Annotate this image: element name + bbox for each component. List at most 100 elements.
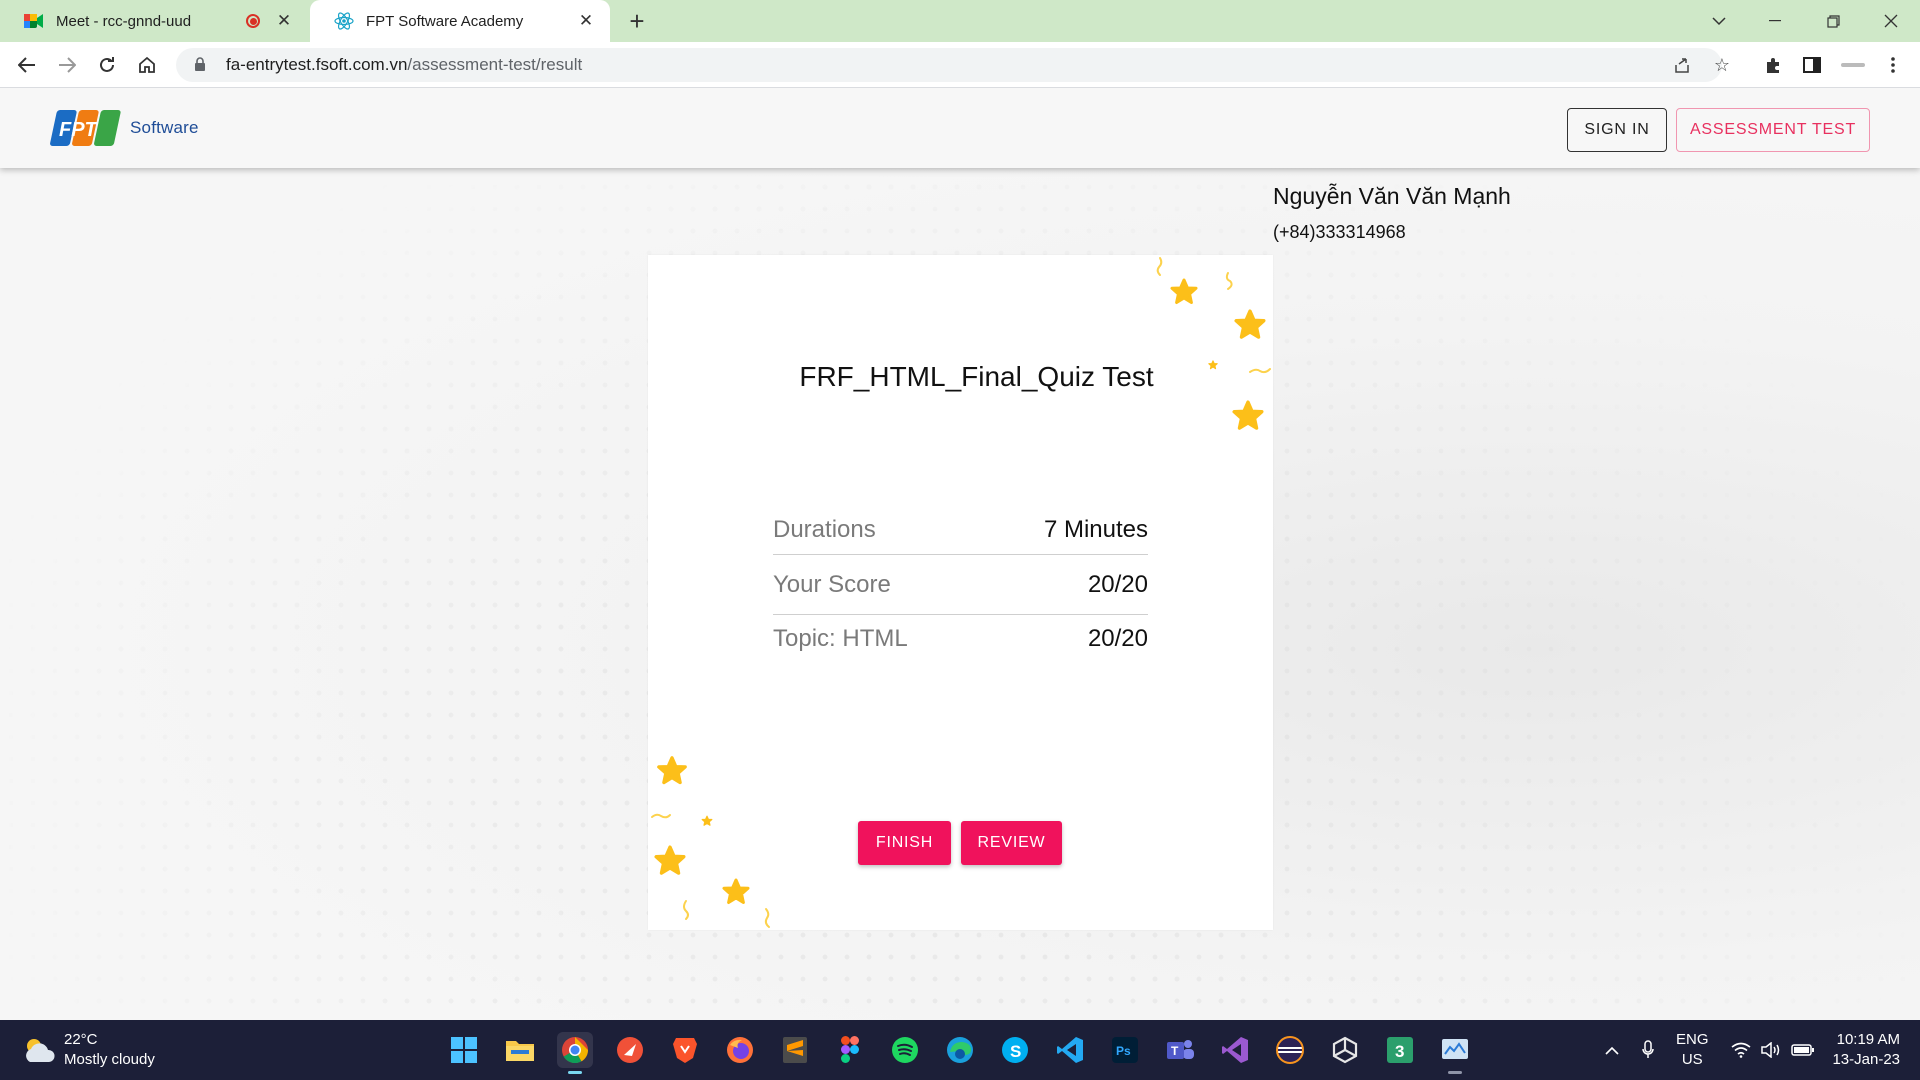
stat-label: Topic: HTML — [773, 625, 908, 652]
stat-value: 20/20 — [1087, 570, 1148, 598]
topic-row: Topic: HTML 20/20 — [773, 615, 1148, 663]
skype-icon[interactable]: S — [997, 1032, 1033, 1068]
share-icon[interactable] — [1672, 55, 1692, 75]
volume-icon[interactable] — [1758, 1020, 1784, 1080]
photoshop-icon[interactable]: Ps — [1107, 1032, 1143, 1068]
spotify-icon[interactable] — [887, 1032, 923, 1068]
close-window-button[interactable] — [1868, 0, 1914, 42]
profile-avatar[interactable] — [1840, 52, 1866, 78]
tab-fpt-academy[interactable]: FPT Software Academy ✕ — [310, 0, 610, 42]
time: 10:19 AM — [1836, 1031, 1900, 1048]
side-panel-icon[interactable] — [1799, 52, 1825, 78]
browser-tab-bar: Meet - rcc-gnnd-uud ✕ FPT Software Acade… — [0, 0, 1920, 42]
user-phone: (+84)333314968 — [1273, 222, 1406, 242]
stat-label: Your Score — [773, 570, 891, 598]
stat-label: Durations — [773, 515, 876, 543]
back-button[interactable] — [12, 50, 42, 80]
brave-icon[interactable] — [667, 1032, 703, 1068]
svg-text:S: S — [1010, 1042, 1021, 1061]
clock[interactable]: 10:19 AM 13-Jan-23 — [1830, 1030, 1900, 1070]
forward-button[interactable] — [52, 50, 82, 80]
duration-row: Durations 7 Minutes — [773, 505, 1148, 555]
cloud-sun-icon — [26, 1039, 55, 1062]
site-header: FPT Software SIGN IN ASSESSMENT TEST — [0, 88, 1920, 168]
url-host: fa-entrytest.fsoft.com.vn — [226, 55, 408, 74]
user-name: Nguyễn Văn Văn Mạnh — [1273, 183, 1511, 209]
eclipse-icon[interactable] — [1272, 1032, 1308, 1068]
confetti-squiggle — [1225, 272, 1233, 290]
chrome-icon[interactable] — [557, 1032, 593, 1074]
battery-icon[interactable] — [1788, 1020, 1818, 1080]
menu-kebab-icon[interactable] — [1880, 52, 1906, 78]
new-tab-button[interactable]: + — [622, 6, 652, 36]
star-icon — [1234, 309, 1266, 339]
google-meet-icon — [24, 11, 44, 31]
logo-text: Software — [130, 118, 199, 137]
teams-icon[interactable]: T — [1162, 1032, 1198, 1068]
swift-icon[interactable] — [612, 1032, 648, 1068]
confetti-squiggle — [764, 908, 770, 928]
weather-temp: 22°C — [64, 1031, 98, 1048]
star-icon — [1232, 400, 1264, 430]
tab-title: FPT Software Academy — [366, 12, 524, 30]
close-tab-icon[interactable]: ✕ — [274, 11, 294, 31]
confetti-squiggle — [683, 900, 689, 920]
extensions-icon[interactable] — [1760, 52, 1786, 78]
finish-button[interactable]: FINISH — [858, 821, 951, 865]
confetti-squiggle — [1156, 257, 1163, 276]
stat-value: 7 Minutes — [1043, 515, 1148, 543]
sign-in-button[interactable]: SIGN IN — [1567, 108, 1667, 152]
show-hidden-icons-chevron[interactable] — [1598, 1020, 1626, 1080]
figma-icon[interactable] — [832, 1032, 868, 1068]
tab-meet[interactable]: Meet - rcc-gnnd-uud ✕ — [0, 0, 308, 42]
confetti-squiggle — [651, 813, 671, 819]
visual-studio-icon[interactable] — [1217, 1032, 1253, 1068]
star-icon — [654, 845, 686, 875]
score-row: Your Score 20/20 — [773, 555, 1148, 615]
windows-taskbar: 22°C Mostly cloudy S Ps T 3 ENG US 10:19… — [0, 1020, 1920, 1080]
weather-desc: Mostly cloudy — [64, 1051, 155, 1068]
svg-text:FPT: FPT — [59, 119, 99, 141]
monitor-icon[interactable] — [1437, 1032, 1473, 1074]
date: 13-Jan-23 — [1832, 1051, 1900, 1068]
tab-title: Meet - rcc-gnnd-uud — [56, 12, 192, 30]
result-stats: Durations 7 Minutes Your Score 20/20 Top… — [773, 505, 1148, 663]
quiz-title: FRF_HTML_Final_Quiz Test — [799, 361, 1154, 392]
file-explorer-icon[interactable] — [502, 1032, 538, 1068]
reload-button[interactable] — [92, 50, 122, 80]
react-icon — [334, 11, 354, 31]
browser-toolbar: fa-entrytest.fsoft.com.vn/assessment-tes… — [0, 42, 1920, 88]
unity-icon[interactable] — [1327, 1032, 1363, 1068]
star-icon — [722, 878, 750, 904]
language-indicator[interactable]: ENG US — [1676, 1030, 1709, 1070]
recording-icon — [246, 14, 260, 28]
edge-icon[interactable] — [942, 1032, 978, 1068]
page-content: FPT Software SIGN IN ASSESSMENT TEST Ngu… — [0, 88, 1920, 1020]
restore-button[interactable] — [1810, 0, 1856, 42]
app-3-icon[interactable]: 3 — [1382, 1032, 1418, 1068]
address-bar[interactable]: fa-entrytest.fsoft.com.vn/assessment-tes… — [176, 48, 1730, 82]
firefox-icon[interactable] — [722, 1032, 758, 1068]
url-path: /assessment-test/result — [407, 55, 583, 74]
sublime-icon[interactable] — [777, 1032, 813, 1068]
star-icon — [701, 815, 713, 826]
wifi-icon[interactable] — [1728, 1020, 1754, 1080]
fpt-logo-mark: FPT — [50, 110, 121, 146]
weather-widget[interactable]: 22°C Mostly cloudy — [22, 1030, 155, 1070]
start-icon[interactable] — [446, 1032, 482, 1068]
stat-value: 20/20 — [1087, 625, 1148, 652]
svg-text:3: 3 — [1395, 1042, 1404, 1061]
minimize-button[interactable] — [1752, 0, 1798, 42]
assessment-test-button[interactable]: ASSESSMENT TEST — [1676, 108, 1870, 152]
fpt-software-logo[interactable]: FPT Software — [48, 105, 199, 151]
tab-search-icon[interactable] — [1696, 0, 1742, 42]
vscode-icon[interactable] — [1052, 1032, 1088, 1068]
star-icon — [657, 756, 687, 785]
lock-icon — [194, 57, 210, 73]
review-button[interactable]: REVIEW — [961, 821, 1062, 865]
close-tab-icon[interactable]: ✕ — [576, 11, 596, 31]
microphone-icon[interactable] — [1634, 1020, 1662, 1080]
star-icon — [1170, 278, 1198, 304]
bookmark-star-icon[interactable]: ☆ — [1712, 55, 1732, 75]
home-button[interactable] — [132, 50, 162, 80]
